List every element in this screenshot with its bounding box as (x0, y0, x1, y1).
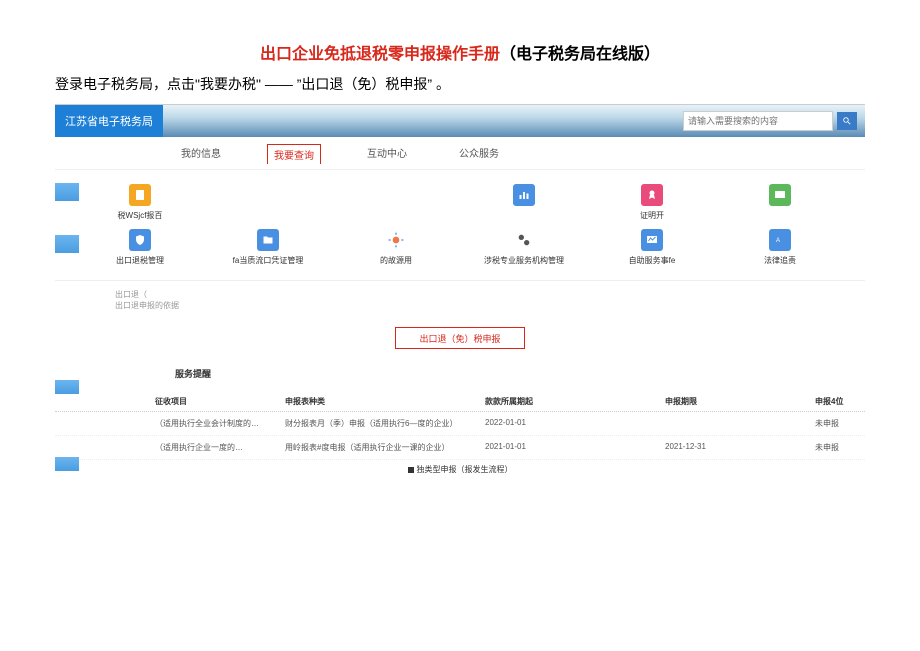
doc-title: 出口企业免抵退税零申报操作手册（电子税务局在线版） (55, 40, 865, 64)
svg-text:A: A (776, 238, 780, 244)
sidebar-stub-1 (55, 183, 79, 201)
nav-tabs: 我的信息 我要查询 互动中心 公众服务 (55, 137, 865, 170)
chart-icon (513, 184, 535, 206)
sidebar-stub-4 (55, 457, 79, 471)
folder-icon (257, 229, 279, 251)
th-project: 征收项目 (155, 396, 285, 407)
bullet-icon (408, 467, 414, 473)
section-labels: 出口退（ 出口退申报的依据 (55, 280, 865, 319)
table-row[interactable]: （适用执行全业会计制度的… 财分报表月（季）申报（适用执行6—度的企业） 202… (55, 412, 865, 436)
search-box[interactable] (683, 111, 833, 131)
icon-cell-cert[interactable]: 证明开 (597, 184, 707, 221)
sidebar-stub-2 (55, 235, 79, 253)
icon-cell-empty-2 (341, 184, 451, 221)
nav-item-query[interactable]: 我要查询 (267, 144, 321, 164)
nav-item-interact[interactable]: 互动中心 (361, 143, 413, 163)
doc-intro: 登录电子税务局，点击"我要办税" —— ”出口退（免）税申报” 。 (55, 74, 865, 94)
icon-cell-export-tax[interactable]: 出口退税管理 (85, 229, 195, 266)
table-header: 征收项目 申报表种类 款款所属期起 申报期限 申报4位 (55, 392, 865, 412)
doc-icon (129, 184, 151, 206)
table-row[interactable]: （适用执行企业一度的… 用岭报表#度电报（适用执行企业一课的企业） 2021-0… (55, 436, 865, 460)
icon-cell-voucher[interactable]: fa当质流口凭证管理 (213, 229, 323, 266)
app-frame: 江苏省电子税务局 我的信息 我要查询 互动中心 公众服务 税WSjcf报百 (55, 104, 865, 479)
site-logo: 江苏省电子税务局 (55, 105, 163, 137)
icon-cell-legal[interactable]: A 法律追责 (725, 229, 835, 266)
reminder-title: 服务提醒 (55, 367, 865, 380)
monitor-icon (769, 184, 791, 206)
search-button[interactable] (837, 112, 857, 130)
icon-cell-tax-report[interactable]: 税WSjcf报百 (85, 184, 195, 221)
th-period-start: 款款所属期起 (485, 396, 665, 407)
header-banner: 江苏省电子税务局 (55, 105, 865, 137)
sun-icon (385, 229, 407, 251)
gears-icon (513, 229, 535, 251)
doc-title-black: （电子税务局在线版） (500, 46, 660, 63)
footer-note: 独类型申报（报发生流程） (55, 460, 865, 479)
icon-cell-service-org[interactable]: 涉税专业服务机构管理 (469, 229, 579, 266)
icon-cell-resource[interactable]: 的故源用 (341, 229, 451, 266)
th-type: 申报表种类 (285, 396, 485, 407)
search-icon (842, 116, 852, 126)
icon-cell-chart[interactable] (469, 184, 579, 221)
search-input[interactable] (684, 116, 832, 126)
shield-icon (129, 229, 151, 251)
screen-icon (641, 229, 663, 251)
icon-row-1: 税WSjcf报百 证明开 (85, 180, 835, 225)
th-status: 申报4位 (815, 396, 865, 407)
icon-cell-empty-1 (213, 184, 323, 221)
icon-row-2: 出口退税管理 fa当质流口凭证管理 的故源用 涉税专业服务机构管理 自助服务事f… (85, 225, 835, 270)
nav-item-myinfo[interactable]: 我的信息 (175, 143, 227, 163)
cert-icon (641, 184, 663, 206)
translate-icon: A (769, 229, 791, 251)
icon-cell-self-service[interactable]: 自助服务事fe (597, 229, 707, 266)
sidebar-stub-3 (55, 380, 79, 394)
doc-title-red: 出口企业免抵退税零申报操作手册 (260, 46, 500, 63)
export-refund-declare-button[interactable]: 出口退（免）税申报 (395, 327, 525, 349)
icon-cell-green[interactable] (725, 184, 835, 221)
nav-item-public[interactable]: 公众服务 (453, 143, 505, 163)
th-deadline: 申报期限 (665, 396, 815, 407)
icon-grid: 税WSjcf报百 证明开 (55, 170, 865, 280)
